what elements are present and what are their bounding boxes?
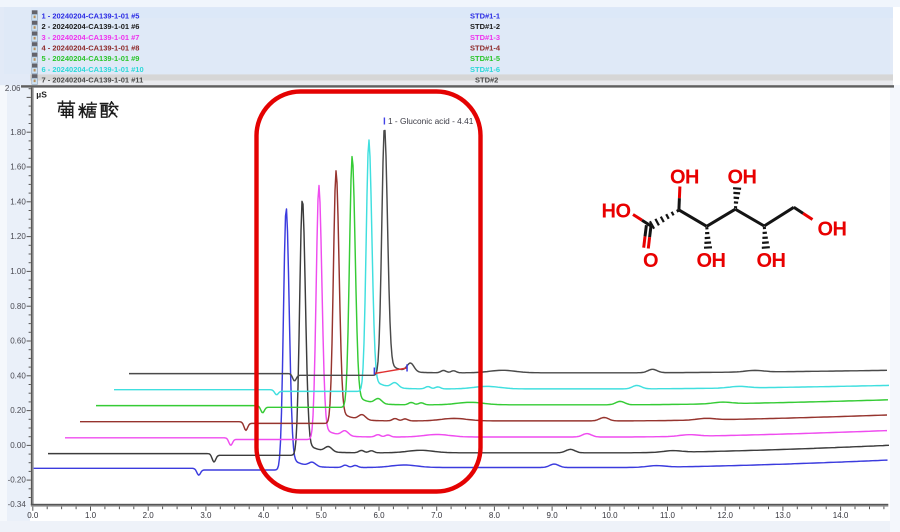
svg-text:STD#1-2: STD#1-2 [470, 22, 500, 31]
svg-text:13.0: 13.0 [775, 511, 791, 520]
svg-text:2.0: 2.0 [143, 511, 155, 520]
svg-text:8.0: 8.0 [489, 511, 501, 520]
svg-text:OH: OH [728, 166, 757, 188]
svg-text:-0.20: -0.20 [8, 476, 27, 485]
svg-text:OH: OH [697, 250, 726, 272]
svg-text:STD#1-6: STD#1-6 [470, 65, 500, 74]
svg-text:4 - 20240204-CA139-1-01 #8: 4 - 20240204-CA139-1-01 #8 [42, 44, 140, 53]
svg-text:0.00: 0.00 [10, 441, 26, 450]
svg-text:STD#1-4: STD#1-4 [470, 44, 501, 53]
svg-text:0.80: 0.80 [10, 302, 26, 311]
svg-text:OH: OH [757, 250, 786, 272]
svg-text:1 - 20240204-CA139-1-01 #5: 1 - 20240204-CA139-1-01 #5 [42, 12, 140, 21]
svg-text:HO: HO [602, 201, 631, 223]
svg-text:4.0: 4.0 [258, 511, 270, 520]
svg-text:3.0: 3.0 [200, 511, 212, 520]
svg-text:1.80: 1.80 [10, 128, 26, 137]
svg-text:5.0: 5.0 [316, 511, 328, 520]
svg-text:1.0: 1.0 [85, 511, 97, 520]
svg-text:OH: OH [670, 166, 699, 188]
svg-text:0.0: 0.0 [27, 511, 39, 520]
svg-text:1 - Gluconic acid - 4.41: 1 - Gluconic acid - 4.41 [388, 116, 474, 126]
svg-text:14.0: 14.0 [833, 511, 849, 520]
svg-text:11.0: 11.0 [660, 511, 676, 520]
svg-text:1.20: 1.20 [10, 232, 26, 241]
svg-text:5 - 20240204-CA139-1-01 #9: 5 - 20240204-CA139-1-01 #9 [42, 54, 140, 63]
svg-text:0.40: 0.40 [10, 371, 26, 380]
svg-text:9.0: 9.0 [547, 511, 559, 520]
svg-text:STD#2: STD#2 [475, 75, 498, 84]
svg-text:1.60: 1.60 [10, 163, 26, 172]
svg-text:7 - 20240204-CA139-1-01 #11: 7 - 20240204-CA139-1-01 #11 [42, 75, 144, 84]
svg-text:2 - 20240204-CA139-1-01 #6: 2 - 20240204-CA139-1-01 #6 [42, 22, 140, 31]
svg-text:1.40: 1.40 [10, 197, 26, 206]
svg-text:O: O [643, 250, 658, 272]
svg-text:2.06: 2.06 [5, 84, 21, 93]
svg-text:1.00: 1.00 [10, 267, 26, 276]
svg-text:12.0: 12.0 [717, 511, 733, 520]
svg-text:10.0: 10.0 [602, 511, 618, 520]
svg-text:OH: OH [818, 219, 847, 241]
svg-text:3 - 20240204-CA139-1-01 #7: 3 - 20240204-CA139-1-01 #7 [42, 33, 140, 42]
svg-text:-0.34: -0.34 [8, 500, 27, 509]
svg-text:STD#1-1: STD#1-1 [470, 12, 500, 21]
svg-text:6.0: 6.0 [373, 511, 385, 520]
svg-text:0.60: 0.60 [10, 337, 26, 346]
svg-text:µS: µS [36, 89, 47, 99]
svg-text:0.20: 0.20 [10, 406, 26, 415]
svg-text:7.0: 7.0 [431, 511, 443, 520]
svg-text:STD#1-5: STD#1-5 [470, 54, 500, 63]
svg-text:6 - 20240204-CA139-1-01 #10: 6 - 20240204-CA139-1-01 #10 [42, 65, 144, 74]
svg-text:STD#1-3: STD#1-3 [470, 33, 500, 42]
